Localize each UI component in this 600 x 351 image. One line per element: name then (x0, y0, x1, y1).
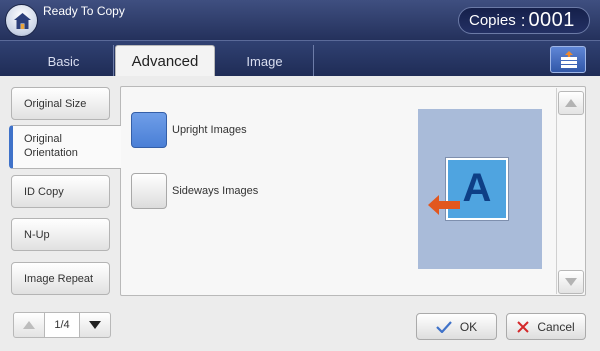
triangle-down-icon (89, 321, 101, 329)
sidebar-item-label: Original Orientation (24, 133, 78, 159)
tab-basic[interactable]: Basic (14, 45, 114, 77)
triangle-up-icon (565, 99, 577, 107)
copies-value: 0001 (528, 9, 575, 31)
arrow-left-icon (428, 195, 460, 215)
copies-label: Copies (469, 12, 516, 29)
sidebar-item-label: Image Repeat (24, 272, 94, 285)
triangle-up-icon (23, 321, 35, 329)
top-status-bar: Ready To Copy Copies : 0001 (0, 0, 600, 40)
page-indicator: 1/4 (45, 312, 79, 338)
copies-counter[interactable]: Copies : 0001 (458, 7, 590, 34)
sidebar-item-label: Original Size (24, 97, 87, 110)
sideways-images-option[interactable] (131, 173, 167, 209)
ok-label: OK (459, 319, 478, 334)
page-down-button[interactable] (79, 312, 111, 338)
cancel-button[interactable]: Cancel (506, 313, 586, 340)
scrollbar-track[interactable] (556, 88, 584, 294)
status-title: Ready To Copy (43, 4, 125, 18)
copies-separator: : (520, 10, 526, 30)
tab-bar: Basic Advanced Image (0, 40, 600, 77)
sidebar-item-id-copy[interactable]: ID Copy (11, 175, 110, 208)
upright-images-option[interactable] (131, 112, 167, 148)
close-icon (517, 320, 530, 333)
ok-button[interactable]: OK (416, 313, 497, 340)
cancel-label: Cancel (537, 319, 575, 334)
sidebar-item-label: ID Copy (24, 185, 64, 198)
home-button[interactable] (5, 4, 38, 37)
checkmark-icon (436, 320, 452, 333)
triangle-down-icon (565, 278, 577, 286)
tab-advanced[interactable]: Advanced (115, 45, 215, 77)
sidebar-item-n-up[interactable]: N-Up (11, 218, 110, 251)
tab-image[interactable]: Image (216, 45, 314, 77)
sidebar-item-label: N-Up (24, 228, 50, 241)
job-build-button[interactable] (550, 46, 586, 73)
sidebar-item-original-size[interactable]: Original Size (11, 87, 110, 120)
document-stack-icon (561, 51, 577, 68)
sidebar-item-image-repeat[interactable]: Image Repeat (11, 262, 110, 295)
page-up-button[interactable] (13, 312, 45, 338)
upright-images-label[interactable]: Upright Images (172, 124, 247, 136)
home-icon (14, 13, 31, 29)
sideways-images-label[interactable]: Sideways Images (172, 185, 258, 197)
scroll-down-button[interactable] (558, 270, 584, 294)
sidebar-item-original-orientation[interactable]: Original Orientation (9, 125, 121, 169)
scroll-up-button[interactable] (558, 91, 584, 115)
